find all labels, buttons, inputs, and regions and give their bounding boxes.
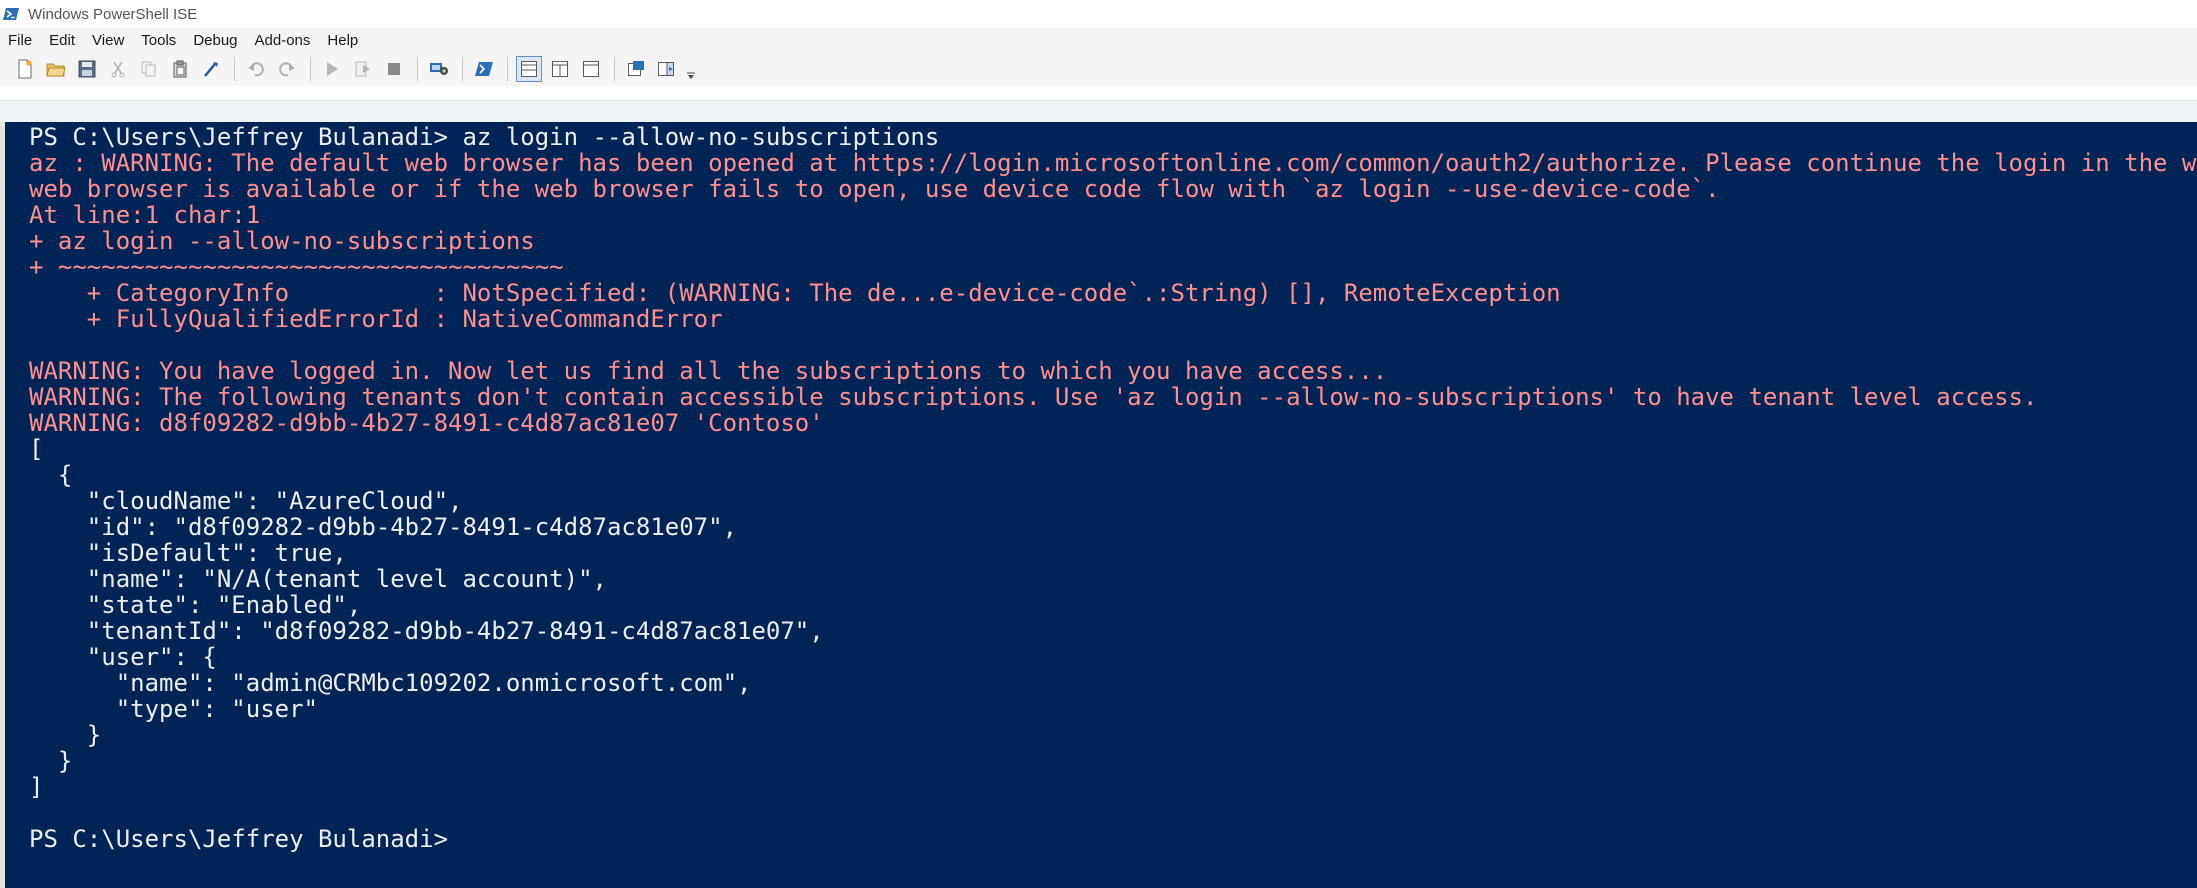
console-prompt-line: PS C:\Users\Jeffrey Bulanadi>: [29, 825, 449, 853]
console-line: [: [29, 435, 44, 463]
toolbar-separator: [417, 57, 418, 81]
powershell-icon: [2, 5, 20, 23]
console-line: "user": {: [29, 643, 217, 671]
cut-icon[interactable]: [105, 56, 131, 82]
console-line: WARNING: d8f09282-d9bb-4b27-8491-c4d87ac…: [29, 409, 824, 437]
copy-icon[interactable]: [136, 56, 162, 82]
show-addon-icon[interactable]: [654, 56, 680, 82]
console-pane[interactable]: PS C:\Users\Jeffrey Bulanadi> az login -…: [5, 122, 2197, 888]
console-line: }: [29, 721, 102, 749]
spacer: [0, 86, 2197, 100]
console-line: {: [29, 461, 73, 489]
console-line: "state": "Enabled",: [29, 591, 362, 619]
console-line: "tenantId": "d8f09282-d9bb-4b27-8491-c4d…: [29, 617, 824, 645]
menu-add-ons[interactable]: Add-ons: [247, 32, 320, 49]
paste-icon[interactable]: [167, 56, 193, 82]
console-line: "name": "N/A(tenant level account)",: [29, 565, 607, 593]
console-line: "id": "d8f09282-d9bb-4b27-8491-c4d87ac81…: [29, 513, 738, 541]
console-line: + ~~~~~~~~~~~~~~~~~~~~~~~~~~~~~~~~~~~: [29, 253, 564, 281]
open-file-icon[interactable]: [43, 56, 69, 82]
script-pane-divider[interactable]: [0, 100, 2197, 123]
window-title: Windows PowerShell ISE: [28, 5, 198, 23]
undo-icon[interactable]: [243, 56, 269, 82]
toolbar-separator: [310, 57, 311, 81]
new-file-icon[interactable]: [12, 56, 38, 82]
console-line: ]: [29, 773, 44, 801]
run-selection-icon[interactable]: [350, 56, 376, 82]
toolbar-separator: [462, 57, 463, 81]
title-bar: Windows PowerShell ISE: [0, 0, 2197, 28]
stop-icon[interactable]: [381, 56, 407, 82]
console-line: "type": "user": [29, 695, 318, 723]
console-line: }: [29, 747, 73, 775]
console-line: At line:1 char:1: [29, 201, 261, 229]
console-line: "cloudName": "AzureCloud",: [29, 487, 463, 515]
console-line: web browser is available or if the web b…: [29, 175, 1720, 203]
menu-edit[interactable]: Edit: [41, 32, 84, 49]
show-script-top-icon[interactable]: [516, 56, 542, 82]
console-line: "isDefault": true,: [29, 539, 347, 567]
show-command-icon[interactable]: [623, 56, 649, 82]
show-script-max-icon[interactable]: [578, 56, 604, 82]
console-prompt-line: PS C:\Users\Jeffrey Bulanadi> az login -…: [29, 123, 940, 151]
toolbar: [0, 52, 2197, 86]
menu-help[interactable]: Help: [319, 32, 367, 49]
show-script-right-icon[interactable]: [547, 56, 573, 82]
console-line: WARNING: The following tenants don't con…: [29, 383, 2038, 411]
console-line: az : WARNING: The default web browser ha…: [29, 149, 2197, 177]
redo-icon[interactable]: [274, 56, 300, 82]
toolbar-separator: [234, 57, 235, 81]
console-line: "name": "admin@CRMbc109202.onmicrosoft.c…: [29, 669, 752, 697]
toolbar-separator: [614, 57, 615, 81]
menu-file[interactable]: File: [0, 32, 41, 49]
clear-icon[interactable]: [198, 56, 224, 82]
console-line: + CategoryInfo : NotSpecified: (WARNING:…: [29, 279, 1561, 307]
console-line: + FullyQualifiedErrorId : NativeCommandE…: [29, 305, 723, 333]
run-script-icon[interactable]: [319, 56, 345, 82]
more-icon[interactable]: [685, 56, 697, 82]
console-line: + az login --allow-no-subscriptions: [29, 227, 535, 255]
console-line: WARNING: You have logged in. Now let us …: [29, 357, 1388, 385]
menu-view[interactable]: View: [84, 32, 133, 49]
menu-tools[interactable]: Tools: [133, 32, 185, 49]
toolbar-separator: [507, 57, 508, 81]
console-output: PS C:\Users\Jeffrey Bulanadi> az login -…: [5, 122, 2197, 852]
menu-debug[interactable]: Debug: [185, 32, 246, 49]
save-icon[interactable]: [74, 56, 100, 82]
menu-bar: File Edit View Tools Debug Add-ons Help: [0, 28, 2197, 52]
powershell-console-icon[interactable]: [471, 56, 497, 82]
remote-tab-icon[interactable]: [426, 56, 452, 82]
